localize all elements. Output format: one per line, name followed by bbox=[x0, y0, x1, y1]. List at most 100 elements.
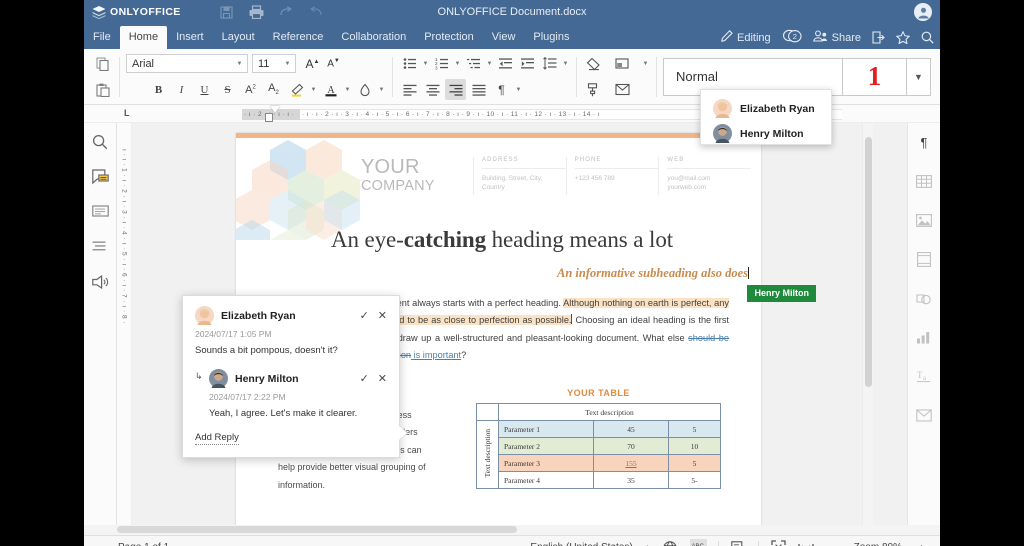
horizontal-scrollbar-thumb[interactable] bbox=[117, 526, 517, 533]
globe-icon[interactable] bbox=[662, 539, 679, 546]
shape-settings-icon[interactable] bbox=[913, 287, 935, 309]
italic-button[interactable]: I bbox=[171, 79, 192, 100]
font-name-input[interactable]: Arial ▼ bbox=[126, 54, 248, 73]
user-avatar[interactable] bbox=[914, 3, 932, 21]
chevron-down-icon[interactable]: ▼ bbox=[421, 61, 430, 67]
tab-reference[interactable]: Reference bbox=[264, 26, 333, 49]
search-icon[interactable] bbox=[89, 131, 111, 153]
chevron-down-icon[interactable]: ▼ bbox=[485, 61, 494, 67]
align-right-icon[interactable] bbox=[445, 79, 466, 100]
zoom-out-button[interactable]: − bbox=[826, 539, 843, 546]
comment-popup[interactable]: Elizabeth Ryan ✓ ✕ 2024/07/17 1:05 PM So… bbox=[182, 295, 407, 458]
vertical-ruler[interactable]: ı · ı · 1 · ı · 2 · ı · 3 · ı · 4 · ı · … bbox=[117, 123, 132, 525]
mail-merge-icon[interactable] bbox=[612, 79, 633, 100]
underline-button[interactable]: U bbox=[194, 79, 215, 100]
language-label[interactable]: English (United States) bbox=[530, 542, 632, 546]
strikethrough-button[interactable]: S bbox=[217, 79, 238, 100]
star-icon[interactable] bbox=[896, 31, 910, 44]
table-row[interactable]: Parameter 2 70 10 bbox=[477, 437, 722, 455]
comments-button[interactable]: 2 bbox=[782, 29, 802, 46]
tab-stop-selector[interactable]: L bbox=[124, 108, 130, 118]
collaborator-item[interactable]: Henry Milton bbox=[701, 121, 831, 146]
increase-font-size-button[interactable]: A▲ bbox=[302, 53, 323, 74]
print-icon[interactable] bbox=[248, 4, 264, 20]
headings-icon[interactable] bbox=[89, 236, 111, 258]
highlight-color-icon[interactable] bbox=[286, 79, 307, 100]
style-gallery-expand-button[interactable]: ▼ bbox=[907, 57, 931, 96]
tab-insert[interactable]: Insert bbox=[167, 26, 213, 49]
bullet-list-icon[interactable] bbox=[399, 53, 420, 74]
chevron-down-icon[interactable]: ▼ bbox=[343, 87, 352, 93]
formatting-marks-icon[interactable]: ¶ bbox=[491, 79, 512, 100]
copy-style-icon[interactable] bbox=[583, 79, 604, 100]
tab-plugins[interactable]: Plugins bbox=[524, 26, 578, 49]
mail-merge-settings-icon[interactable] bbox=[913, 404, 935, 426]
document-subheading[interactable]: An informative subheading also does bbox=[236, 266, 749, 281]
check-icon[interactable]: ✓ bbox=[360, 309, 369, 322]
numbered-list-icon[interactable]: 123 bbox=[431, 53, 452, 74]
table-row[interactable]: Parameter 3 155 5 bbox=[477, 454, 722, 472]
fit-to-page-icon[interactable] bbox=[770, 539, 787, 546]
align-left-icon[interactable] bbox=[399, 79, 420, 100]
add-reply-button[interactable]: Add Reply bbox=[195, 432, 239, 445]
font-color-icon[interactable]: A bbox=[320, 79, 341, 100]
header-footer-settings-icon[interactable] bbox=[913, 248, 935, 270]
bold-button[interactable]: B bbox=[148, 79, 169, 100]
chevron-down-icon[interactable]: ▼ bbox=[453, 61, 462, 67]
close-icon[interactable]: ✕ bbox=[378, 372, 387, 385]
subscript-button[interactable]: A2 bbox=[263, 79, 284, 100]
document-canvas[interactable]: YOUR COMPANY ADDRESS Building, Street, C… bbox=[132, 123, 907, 525]
multilevel-list-icon[interactable] bbox=[463, 53, 484, 74]
chevron-down-icon[interactable]: ▼ bbox=[377, 87, 386, 93]
tab-view[interactable]: View bbox=[483, 26, 525, 49]
align-center-icon[interactable] bbox=[422, 79, 443, 100]
document-table[interactable]: Text description Text description Parame… bbox=[476, 403, 722, 489]
collaborator-item[interactable]: Elizabeth Ryan bbox=[701, 96, 831, 121]
table-row[interactable]: Parameter 4 35 5- bbox=[477, 471, 722, 489]
zoom-level-label[interactable]: Zoom 80% bbox=[854, 542, 902, 546]
document-heading[interactable]: An eye-catching heading means a lot bbox=[252, 227, 752, 253]
first-line-indent-marker[interactable] bbox=[270, 106, 280, 113]
spellcheck-icon[interactable]: ABC bbox=[689, 539, 707, 546]
track-changes-icon[interactable] bbox=[730, 539, 747, 546]
superscript-button[interactable]: A2 bbox=[240, 79, 261, 100]
fit-to-width-icon[interactable] bbox=[798, 539, 815, 546]
paste-icon[interactable] bbox=[92, 79, 113, 100]
chart-settings-icon[interactable] bbox=[913, 326, 935, 348]
search-icon[interactable] bbox=[921, 31, 934, 44]
tab-layout[interactable]: Layout bbox=[213, 26, 264, 49]
page-color-icon[interactable] bbox=[612, 53, 633, 74]
tab-file[interactable]: File bbox=[84, 26, 120, 49]
clear-style-icon[interactable] bbox=[583, 53, 604, 74]
vertical-scrollbar[interactable] bbox=[862, 123, 873, 525]
comments-icon[interactable] bbox=[89, 166, 111, 188]
undo-icon[interactable] bbox=[308, 4, 324, 20]
copy-icon[interactable] bbox=[92, 53, 113, 74]
tab-collaboration[interactable]: Collaboration bbox=[332, 26, 415, 49]
save-icon[interactable] bbox=[218, 4, 234, 20]
chevron-down-icon[interactable]: ▼ bbox=[561, 61, 570, 67]
share-button[interactable]: Share bbox=[812, 30, 861, 45]
font-size-input[interactable]: 11 ▼ bbox=[252, 54, 296, 73]
chevron-down-icon[interactable]: ▼ bbox=[309, 87, 318, 93]
table-settings-icon[interactable] bbox=[913, 170, 935, 192]
redo-icon[interactable] bbox=[278, 4, 294, 20]
tab-home[interactable]: Home bbox=[119, 26, 168, 49]
zoom-in-button[interactable]: + bbox=[913, 539, 930, 546]
image-settings-icon[interactable] bbox=[913, 209, 935, 231]
left-indent-marker[interactable] bbox=[265, 113, 273, 122]
open-file-location-icon[interactable] bbox=[872, 31, 885, 44]
text-art-settings-icon[interactable]: Ta bbox=[913, 365, 935, 387]
line-spacing-icon[interactable] bbox=[539, 53, 560, 74]
table-row[interactable]: Text description Parameter 1 45 5 bbox=[476, 420, 722, 489]
shading-color-icon[interactable] bbox=[354, 79, 375, 100]
document-page[interactable]: YOUR COMPANY ADDRESS Building, Street, C… bbox=[182, 133, 816, 525]
tab-protection[interactable]: Protection bbox=[415, 26, 483, 49]
paragraph-settings-icon[interactable]: ¶ bbox=[913, 131, 935, 153]
feedback-icon[interactable] bbox=[89, 271, 111, 293]
increase-indent-icon[interactable] bbox=[517, 53, 538, 74]
chat-icon[interactable] bbox=[89, 201, 111, 223]
editing-mode-button[interactable]: Editing bbox=[721, 30, 771, 45]
check-icon[interactable]: ✓ bbox=[360, 372, 369, 385]
vertical-scrollbar-thumb[interactable] bbox=[865, 137, 872, 387]
